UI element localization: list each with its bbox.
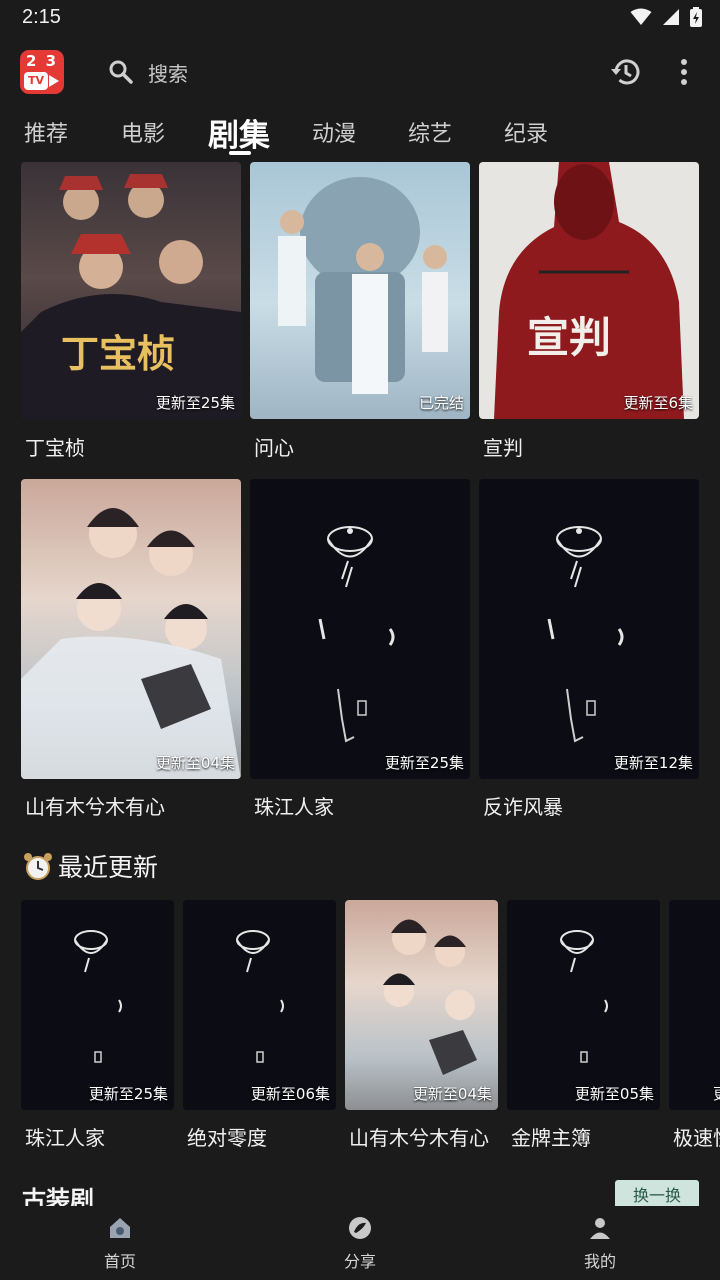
tab-recommend[interactable]: 推荐: [24, 116, 68, 148]
recent-card[interactable]: 更新至25集 珠江人家: [21, 900, 174, 1160]
nav-profile[interactable]: 我的: [540, 1214, 660, 1272]
wifi-icon: [630, 8, 652, 25]
show-title: 反诈风暴: [483, 795, 563, 819]
show-title: 绝对零度: [187, 1126, 267, 1150]
nav-label: 我的: [583, 1252, 616, 1271]
alarm-clock-icon: [24, 853, 52, 880]
recent-card[interactable]: 更新至06集 绝对零度: [183, 900, 336, 1160]
status-icons: [630, 7, 702, 27]
app-logo[interactable]: 2 3 TV: [20, 50, 64, 94]
poster-image: 更新至05集: [507, 900, 660, 1110]
show-card[interactable]: 更新至04集 山有木兮木有心: [21, 479, 241, 819]
show-card[interactable]: 已完结 问心: [250, 162, 470, 462]
active-tab-indicator: [229, 151, 251, 155]
show-card[interactable]: 宣判 更新至6集 宣判: [479, 162, 699, 462]
nav-home[interactable]: 首页: [60, 1214, 180, 1272]
episode-badge: 已完结: [418, 394, 464, 412]
show-title: 金牌主簿: [511, 1126, 591, 1150]
episode-badge: 更新至6集: [623, 394, 693, 412]
tab-anime[interactable]: 动漫: [312, 116, 356, 148]
episode-badge: 更新至05集: [574, 1085, 654, 1103]
poster-image: 更新至12集: [479, 479, 699, 779]
show-card[interactable]: 更新至12集 反诈风暴: [479, 479, 699, 819]
poster-image: 更新: [669, 900, 720, 1110]
top-bar: 2 3 TV 搜索: [0, 44, 720, 100]
tab-variety[interactable]: 综艺: [408, 116, 452, 148]
nav-label: 分享: [343, 1252, 376, 1271]
home-icon: [110, 1218, 130, 1238]
svg-text:丁宝桢: 丁宝桢: [61, 331, 175, 376]
poster-image: 丁宝桢 更新至25集: [21, 162, 241, 419]
episode-badge: 更新至25集: [88, 1085, 168, 1103]
nav-share[interactable]: 分享: [300, 1214, 420, 1272]
more-vert-icon[interactable]: [674, 56, 694, 88]
episode-badge: 更新: [713, 1083, 720, 1104]
episode-badge: 更新至06集: [250, 1085, 330, 1103]
show-title: 宣判: [483, 436, 523, 460]
signal-icon: [663, 9, 679, 25]
episode-badge: 更新至25集: [155, 394, 235, 412]
poster-image: 更新至04集: [345, 900, 498, 1110]
show-title: 问心: [254, 436, 294, 460]
tab-series[interactable]: 剧集: [208, 110, 270, 155]
show-title: 极速快: [673, 1126, 720, 1150]
recent-card[interactable]: 更新 极速快: [669, 900, 720, 1160]
poster-image: 更新至25集: [250, 479, 470, 779]
search-placeholder: 搜索: [148, 61, 188, 86]
show-card[interactable]: 丁宝桢 更新至25集 丁宝桢: [21, 162, 241, 462]
tab-documentary[interactable]: 纪录: [504, 116, 548, 148]
profile-icon: [590, 1218, 610, 1239]
episode-badge: 更新至12集: [613, 754, 693, 772]
status-time: 2:15: [22, 6, 61, 28]
episode-badge: 更新至04集: [155, 754, 235, 772]
nav-label: 首页: [103, 1252, 136, 1271]
episode-badge: 更新至25集: [384, 754, 464, 772]
category-tabs: 推荐 电影 剧集 动漫 综艺 纪录: [0, 108, 720, 160]
poster-image: 宣判 更新至6集: [479, 162, 699, 419]
show-title: 丁宝桢: [25, 436, 85, 460]
history-icon[interactable]: [610, 56, 642, 88]
recent-card[interactable]: 更新至05集 金牌主簿: [507, 900, 660, 1160]
search-bar[interactable]: 搜索: [108, 56, 528, 88]
poster-image: 更新至25集: [21, 900, 174, 1110]
show-title: 珠江人家: [25, 1126, 105, 1150]
section-title-text: 最近更新: [58, 853, 159, 882]
svg-text:宣判: 宣判: [527, 313, 611, 362]
poster-image: 已完结: [250, 162, 470, 419]
show-title: 珠江人家: [254, 795, 334, 819]
status-bar: 2:15: [0, 0, 720, 36]
battery-icon: [690, 7, 702, 27]
show-title: 山有木兮木有心: [25, 795, 165, 819]
share-icon: [349, 1217, 371, 1239]
section-title-recent: 最近更新: [22, 848, 158, 884]
recent-card[interactable]: 更新至04集 山有木兮木有心: [345, 900, 498, 1160]
tab-movies[interactable]: 电影: [121, 116, 165, 148]
poster-image: 更新至04集: [21, 479, 241, 779]
show-card[interactable]: 更新至25集 珠江人家: [250, 479, 470, 819]
poster-image: 更新至06集: [183, 900, 336, 1110]
show-title: 山有木兮木有心: [349, 1126, 489, 1150]
bottom-nav: 首页 分享 我的: [0, 1206, 720, 1280]
episode-badge: 更新至04集: [412, 1085, 492, 1103]
search-icon: [109, 60, 133, 84]
